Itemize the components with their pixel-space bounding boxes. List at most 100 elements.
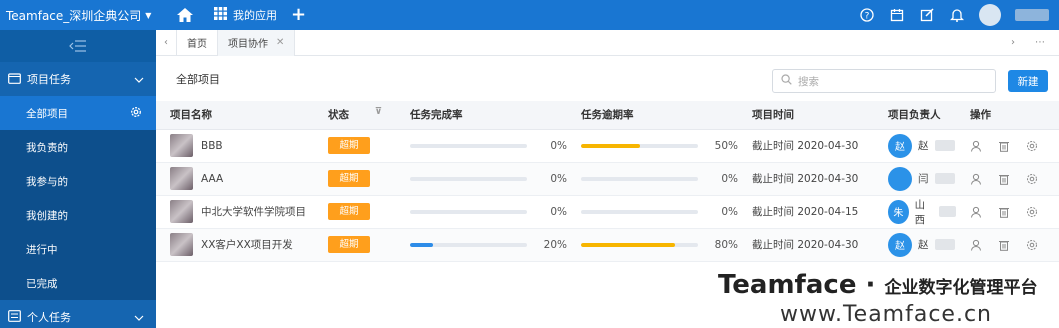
member-icon[interactable] [970, 206, 982, 218]
col-header-status[interactable]: 状态 ⊽ [314, 101, 396, 130]
col-header-name[interactable]: 项目名称 [156, 101, 314, 130]
delete-icon[interactable] [998, 206, 1010, 218]
sidebar: 项目任务 全部项目 我负责的 我参与的 我创建的 进行中 已完成 个人任务 [0, 30, 156, 328]
cell-time: 截止时间 2020-04-30 [738, 162, 874, 196]
tab-label: 首页 [187, 39, 207, 50]
collapse-menu-icon[interactable] [0, 30, 156, 62]
overdue-progress-bar [581, 143, 699, 148]
project-table: 项目名称 状态 ⊽ 任务完成率 任务逾期率 项目时间 项目负责人 操作 BBB 超… [156, 101, 1059, 262]
sidebar-item-all-projects[interactable]: 全部项目 [0, 96, 156, 130]
overdue-progress-fill [581, 143, 640, 148]
close-icon[interactable]: ✕ [276, 37, 284, 48]
table-row[interactable]: XX客户XX项目开发 超期 20% 80% 截止时间 2020-04-30 赵赵 [156, 228, 1059, 262]
completion-progress-bar [410, 176, 528, 181]
settings-gear-icon[interactable] [130, 106, 142, 121]
page-title: 全部项目 [176, 73, 220, 86]
sidebar-item-my-responsible[interactable]: 我负责的 [0, 130, 156, 164]
member-icon[interactable] [970, 140, 982, 152]
cell-name[interactable]: BBB [156, 129, 314, 163]
sidebar-group-project-tasks[interactable]: 项目任务 [0, 62, 156, 96]
watermark: Teamface · 企业数字化管理平台 www.Teamface.cn [714, 270, 1059, 328]
project-thumbnail [170, 134, 193, 157]
tab-home[interactable]: 首页 [176, 29, 218, 56]
edit-icon[interactable] [919, 7, 935, 23]
cell-name[interactable]: XX客户XX项目开发 [156, 228, 314, 262]
cell-owner: 赵赵 [874, 228, 956, 262]
home-icon[interactable] [176, 6, 194, 24]
cell-actions [956, 195, 1059, 229]
calendar-icon[interactable] [889, 7, 905, 23]
sidebar-item-completed[interactable]: 已完成 [0, 266, 156, 300]
sidebar-item-in-progress[interactable]: 进行中 [0, 232, 156, 266]
completion-progress-bar [410, 209, 528, 214]
sidebar-item-label: 我负责的 [26, 141, 68, 154]
project-name: XX客户XX项目开发 [201, 239, 293, 251]
sidebar-group-label: 个人任务 [27, 311, 71, 324]
overdue-percent: 80% [714, 238, 738, 251]
tab-label: 项目协作 [228, 39, 268, 50]
cell-actions [956, 228, 1059, 262]
tab-scroll-right-icon[interactable]: › [1011, 37, 1015, 48]
bell-icon[interactable] [949, 7, 965, 23]
search-input[interactable]: 搜索 [772, 69, 996, 93]
owner-name-blurred [934, 239, 955, 250]
cell-status: 超期 [314, 129, 396, 163]
sidebar-item-label: 进行中 [26, 243, 58, 256]
delete-icon[interactable] [998, 140, 1010, 152]
sidebar-item-label: 全部项目 [26, 107, 68, 120]
tab-project-collab[interactable]: 项目协作 ✕ [218, 29, 296, 56]
settings-icon[interactable] [1026, 140, 1038, 152]
sidebar-item-created[interactable]: 我创建的 [0, 198, 156, 232]
sidebar-item-participated[interactable]: 我参与的 [0, 164, 156, 198]
sidebar-group-personal-tasks[interactable]: 个人任务 [0, 300, 156, 328]
member-icon[interactable] [970, 239, 982, 251]
owner-name-blurred [938, 206, 956, 217]
table-row[interactable]: 中北大学软件学院项目 超期 0% 0% 截止时间 2020-04-15 朱山西 [156, 195, 1059, 229]
cell-actions [956, 162, 1059, 196]
owner-avatar[interactable] [888, 166, 912, 191]
overdue-progress-bar [581, 209, 699, 214]
completion-percent: 0% [550, 139, 567, 152]
col-header-completion[interactable]: 任务完成率 [396, 101, 567, 130]
company-name: Teamface_深圳企典公司 [6, 8, 142, 23]
project-name: AAA [201, 172, 224, 185]
more-icon[interactable]: ⋯ [1035, 37, 1045, 48]
table-row[interactable]: AAA 超期 0% 0% 截止时间 2020-04-30 闫 [156, 162, 1059, 196]
company-switcher[interactable]: Teamface_深圳企典公司 ▼ [0, 7, 156, 24]
help-icon[interactable]: ? [859, 7, 875, 23]
my-apps-menu[interactable]: 我的应用 [214, 7, 277, 23]
completion-percent: 20% [543, 238, 567, 251]
settings-icon[interactable] [1026, 206, 1038, 218]
sidebar-item-label: 我参与的 [26, 175, 68, 188]
table-row[interactable]: BBB 超期 0% 50% 截止时间 2020-04-30 赵赵 [156, 129, 1059, 163]
user-avatar[interactable] [979, 4, 1001, 26]
owner-name: 赵 [918, 140, 929, 152]
tab-scroll-left-icon[interactable]: ‹ [156, 37, 176, 48]
col-header-overdue[interactable]: 任务逾期率 [567, 101, 738, 130]
owner-avatar[interactable]: 赵 [888, 133, 912, 158]
settings-icon[interactable] [1026, 239, 1038, 251]
cell-completion: 0% [396, 195, 567, 229]
owner-name: 赵 [918, 239, 929, 251]
member-icon[interactable] [970, 173, 982, 185]
col-header-time[interactable]: 项目时间 [738, 101, 874, 130]
settings-icon[interactable] [1026, 173, 1038, 185]
overdue-percent: 0% [721, 205, 738, 218]
project-thumbnail [170, 167, 193, 190]
cell-overdue: 80% [567, 228, 738, 262]
user-name-blurred [1015, 9, 1049, 21]
cell-status: 超期 [314, 195, 396, 229]
tab-bar: ‹ 首页 项目协作 ✕ › ⋯ [156, 29, 1059, 56]
col-header-owner[interactable]: 项目负责人 [874, 101, 956, 130]
owner-avatar[interactable]: 朱 [888, 199, 909, 224]
cell-name[interactable]: AAA [156, 162, 314, 196]
delete-icon[interactable] [998, 239, 1010, 251]
folder-icon [8, 72, 21, 87]
filter-icon[interactable]: ⊽ [375, 107, 382, 117]
cell-name[interactable]: 中北大学软件学院项目 [156, 195, 314, 229]
delete-icon[interactable] [998, 173, 1010, 185]
owner-avatar[interactable]: 赵 [888, 232, 912, 257]
col-header-status-label: 状态 [328, 109, 349, 122]
add-icon[interactable]: + [291, 6, 306, 24]
new-project-button[interactable]: 新建 [1008, 70, 1048, 92]
